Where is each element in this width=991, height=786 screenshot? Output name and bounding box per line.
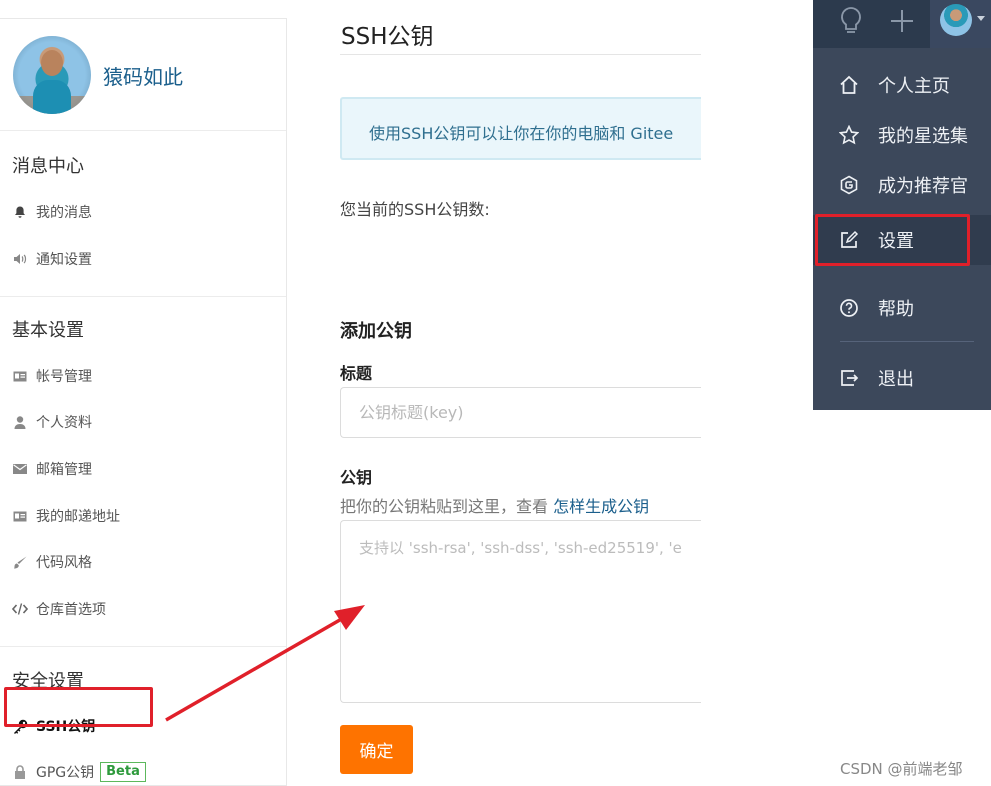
menu-item-help[interactable]: 帮助 (813, 284, 991, 332)
username[interactable]: 猿码如此 (103, 61, 183, 90)
menu-item-logout[interactable]: 退出 (813, 354, 991, 402)
sidebar-item-label: 仓库首选项 (36, 602, 106, 618)
menu-item-referral[interactable]: 成为推荐官 (813, 161, 991, 209)
sidebar-item-code-style[interactable]: 代码风格 (12, 552, 92, 572)
menu-divider (840, 341, 974, 342)
section-divider (0, 646, 286, 647)
sidebar-item-gpg-keys[interactable]: GPG公钥 Beta (12, 762, 146, 782)
sidebar-item-label: 我的邮递地址 (36, 509, 120, 525)
beta-badge: Beta (100, 762, 146, 782)
sidebar-item-label: 邮箱管理 (36, 462, 92, 478)
title-divider (340, 54, 701, 55)
menu-item-label: 帮助 (878, 299, 914, 320)
user-avatar[interactable] (13, 36, 91, 114)
settings-highlight-box (815, 214, 970, 266)
add-key-heading: 添加公钥 (340, 321, 412, 342)
sidebar-item-profile[interactable]: 个人资料 (12, 412, 92, 432)
info-alert-text: 使用SSH公钥可以让你在你的电脑和 Gitee (369, 124, 674, 143)
star-icon (838, 124, 860, 146)
menu-item-stars[interactable]: 我的星选集 (813, 111, 991, 159)
plus-icon[interactable] (889, 8, 915, 34)
caret-down-icon (977, 16, 985, 21)
user-menu-toggle[interactable] (930, 0, 991, 48)
home-icon (838, 74, 860, 96)
code-icon (12, 601, 28, 617)
page-title: SSH公钥 (341, 24, 434, 50)
menu-item-label: 成为推荐官 (878, 176, 968, 197)
profile-header: 猿码如此 (0, 19, 286, 131)
csdn-watermark: CSDN @前端老邹 (840, 760, 963, 778)
brush-icon (12, 554, 28, 570)
sidebar-item-my-messages[interactable]: 我的消息 (12, 202, 92, 222)
section-title-basic: 基本设置 (12, 320, 84, 341)
sidebar-item-notification-settings[interactable]: 通知设置 (12, 249, 92, 269)
key-count-label: 您当前的SSH公钥数: (340, 200, 490, 219)
settings-sidebar: 猿码如此 消息中心 我的消息 通知设置 基本设置 帐号管理 个人资料 邮箱管理 (0, 18, 287, 786)
user-icon (12, 414, 28, 430)
gitee-g-icon (838, 174, 860, 196)
sidebar-item-label: 代码风格 (36, 555, 92, 571)
title-field-label: 标题 (340, 364, 373, 383)
question-icon (838, 297, 860, 319)
section-title-messages: 消息中心 (12, 156, 84, 177)
menu-item-label: 退出 (878, 369, 914, 390)
how-to-generate-key-link[interactable]: 怎样生成公钥 (553, 497, 649, 516)
sidebar-item-account[interactable]: 帐号管理 (12, 366, 92, 386)
confirm-button[interactable]: 确定 (340, 725, 413, 774)
bell-icon (12, 204, 28, 220)
section-divider (0, 296, 286, 297)
sidebar-item-label: 我的消息 (36, 205, 92, 221)
key-title-input[interactable] (340, 387, 701, 438)
ssh-keys-highlight-box (4, 687, 153, 727)
navbar-avatar (940, 4, 972, 36)
envelope-icon (12, 461, 28, 477)
sidebar-item-label: 帐号管理 (36, 369, 92, 385)
menu-item-homepage[interactable]: 个人主页 (813, 61, 991, 109)
logout-icon (838, 367, 860, 389)
sidebar-item-repo-preferences[interactable]: 仓库首选项 (12, 599, 106, 619)
menu-item-label: 我的星选集 (878, 126, 968, 147)
menu-item-label: 个人主页 (878, 76, 950, 97)
sidebar-item-label: 个人资料 (36, 415, 92, 431)
key-field-label: 公钥 (340, 468, 373, 487)
key-hint-text: 把你的公钥粘贴到这里，查看 (340, 497, 554, 516)
sidebar-item-label: GPG公钥 (36, 765, 95, 781)
info-alert: 使用SSH公钥可以让你在你的电脑和 Gitee (340, 97, 701, 160)
speaker-icon (12, 251, 28, 267)
sidebar-item-mailing-address[interactable]: 我的邮递地址 (12, 506, 120, 526)
sidebar-item-label: 通知设置 (36, 252, 92, 268)
key-field-hint: 把你的公钥粘贴到这里，查看 怎样生成公钥 (340, 493, 649, 517)
lightbulb-icon[interactable] (839, 6, 863, 36)
lock-icon (12, 764, 28, 780)
id-card-icon (12, 508, 28, 524)
sidebar-item-email[interactable]: 邮箱管理 (12, 459, 92, 479)
id-card-icon (12, 368, 28, 384)
public-key-textarea[interactable] (340, 520, 701, 703)
